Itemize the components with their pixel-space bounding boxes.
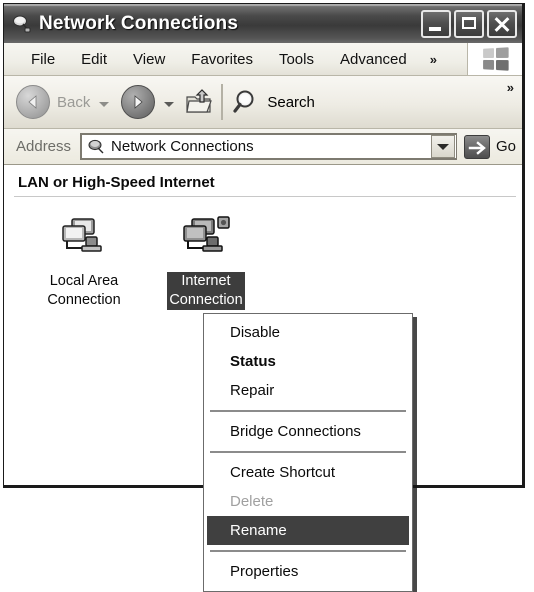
go-button[interactable]: Go bbox=[463, 134, 516, 159]
caption-buttons bbox=[421, 9, 517, 38]
address-value: Network Connections bbox=[111, 138, 254, 155]
back-dropdown-caret-icon[interactable] bbox=[99, 101, 110, 107]
menu-tools[interactable]: Tools bbox=[266, 48, 327, 71]
context-menu-item-repair[interactable]: Repair bbox=[204, 376, 412, 405]
context-menu-separator bbox=[210, 550, 406, 552]
group-header: LAN or High-Speed Internet bbox=[18, 174, 215, 191]
context-menu-item-rename[interactable]: Rename bbox=[207, 516, 409, 545]
search-label: Search bbox=[267, 93, 315, 111]
maximize-button[interactable] bbox=[454, 9, 484, 38]
toolbar-overflow-chevron-icon[interactable]: » bbox=[507, 80, 514, 95]
connection-label: Internet Connection bbox=[167, 272, 245, 310]
close-button[interactable] bbox=[487, 9, 517, 38]
minimize-icon bbox=[429, 26, 441, 31]
connection-item-internet[interactable]: Internet Connection bbox=[154, 215, 258, 310]
menu-view[interactable]: View bbox=[120, 48, 178, 71]
context-menu-separator bbox=[210, 410, 406, 412]
title-bar: Network Connections bbox=[4, 4, 522, 43]
address-dropdown-button[interactable] bbox=[430, 135, 455, 158]
address-input[interactable]: Network Connections bbox=[80, 133, 457, 160]
up-folder-icon[interactable] bbox=[184, 88, 214, 116]
minimize-button[interactable] bbox=[421, 9, 451, 38]
forward-dropdown-caret-icon[interactable] bbox=[164, 101, 175, 107]
context-menu-item-disable[interactable]: Disable bbox=[204, 318, 412, 347]
network-connections-icon bbox=[87, 138, 105, 156]
menu-file[interactable]: File bbox=[18, 48, 68, 71]
windows-flag-icon bbox=[467, 43, 522, 75]
menu-advanced[interactable]: Advanced bbox=[327, 48, 420, 71]
chevron-down-icon bbox=[436, 143, 449, 150]
context-menu-item-create-shortcut[interactable]: Create Shortcut bbox=[204, 458, 412, 487]
internet-connection-icon bbox=[180, 215, 232, 263]
magnifier-icon bbox=[232, 88, 260, 116]
context-menu: Disable Status Repair Bridge Connections… bbox=[203, 313, 413, 592]
back-button[interactable]: Back bbox=[16, 85, 110, 119]
menu-overflow-chevron-icon[interactable]: » bbox=[430, 52, 437, 67]
context-menu-separator bbox=[210, 451, 406, 453]
connection-label: Local Area Connection bbox=[47, 273, 121, 308]
network-connection-icon bbox=[58, 215, 110, 263]
window-title: Network Connections bbox=[39, 12, 239, 34]
arrow-left-icon bbox=[16, 85, 50, 119]
connection-item-local-area[interactable]: Local Area Connection bbox=[32, 215, 136, 310]
search-button[interactable]: Search bbox=[232, 88, 315, 116]
go-label: Go bbox=[495, 138, 516, 155]
back-label: Back bbox=[57, 93, 91, 111]
address-label: Address bbox=[16, 138, 72, 155]
network-connections-icon bbox=[11, 14, 31, 34]
context-menu-item-bridge-connections[interactable]: Bridge Connections bbox=[204, 417, 412, 446]
forward-button[interactable] bbox=[121, 85, 175, 119]
menu-bar: File Edit View Favorites Tools Advanced … bbox=[4, 43, 522, 76]
context-menu-item-status[interactable]: Status bbox=[204, 347, 412, 376]
arrow-right-icon bbox=[463, 134, 490, 159]
arrow-right-icon bbox=[121, 85, 156, 119]
toolbar: Back Search » bbox=[4, 76, 522, 129]
maximize-icon bbox=[462, 16, 476, 29]
connections-list: Local Area Connection Internet Connectio… bbox=[4, 197, 522, 310]
context-menu-item-delete: Delete bbox=[230, 493, 274, 510]
menu-edit[interactable]: Edit bbox=[68, 48, 120, 71]
address-bar: Address Network Connections Go bbox=[4, 129, 522, 165]
toolbar-separator bbox=[221, 84, 224, 120]
menu-favorites[interactable]: Favorites bbox=[178, 48, 266, 71]
